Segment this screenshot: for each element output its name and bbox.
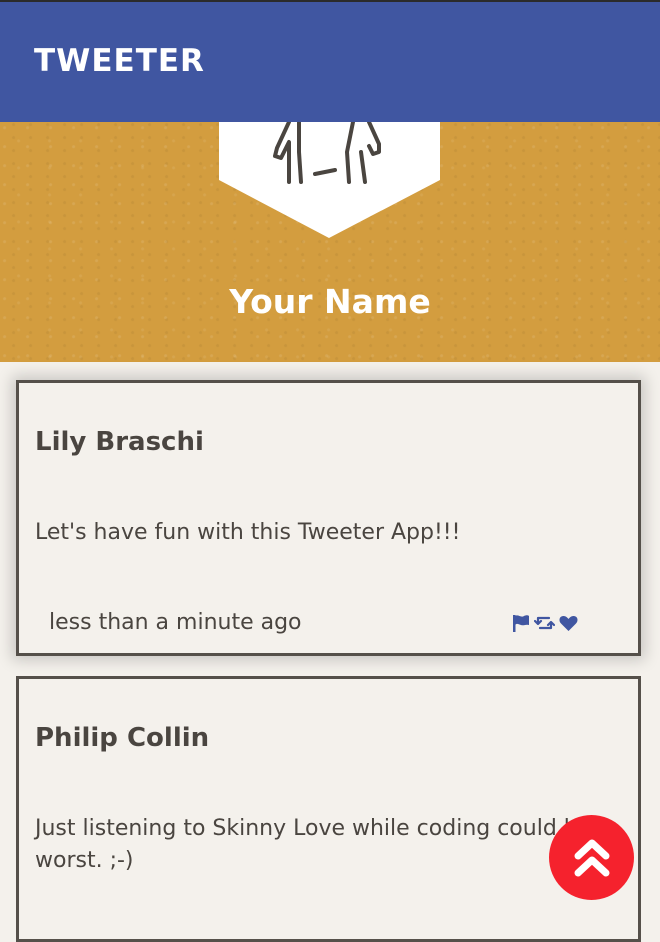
tweet-author: Lily Braschi (35, 427, 204, 457)
tweet-content: Let's have fun with this Tweeter App!!! (35, 520, 461, 545)
brand-logo[interactable]: Tweeter (34, 43, 205, 79)
scroll-to-top-button[interactable] (549, 815, 634, 900)
person-avatar-icon (219, 122, 440, 238)
heart-icon[interactable] (558, 613, 579, 633)
retweet-icon[interactable] (533, 613, 556, 633)
double-chevron-up-icon (574, 839, 609, 876)
tweet-content: Just listening to Skinny Love while codi… (35, 816, 592, 873)
tweet-card: Lily Braschi Let's have fun with this Tw… (16, 380, 641, 656)
tweet-author: Philip Collin (35, 723, 210, 753)
avatar (219, 122, 440, 238)
navbar: Tweeter (0, 2, 660, 122)
flag-icon[interactable] (510, 613, 531, 633)
tweet-actions (510, 613, 579, 633)
profile-header: Your Name (0, 122, 660, 362)
profile-name: Your Name (229, 282, 431, 321)
tweet-timestamp: less than a minute ago (49, 610, 302, 635)
tweet-card: Philip Collin Just listening to Skinny L… (16, 676, 641, 942)
